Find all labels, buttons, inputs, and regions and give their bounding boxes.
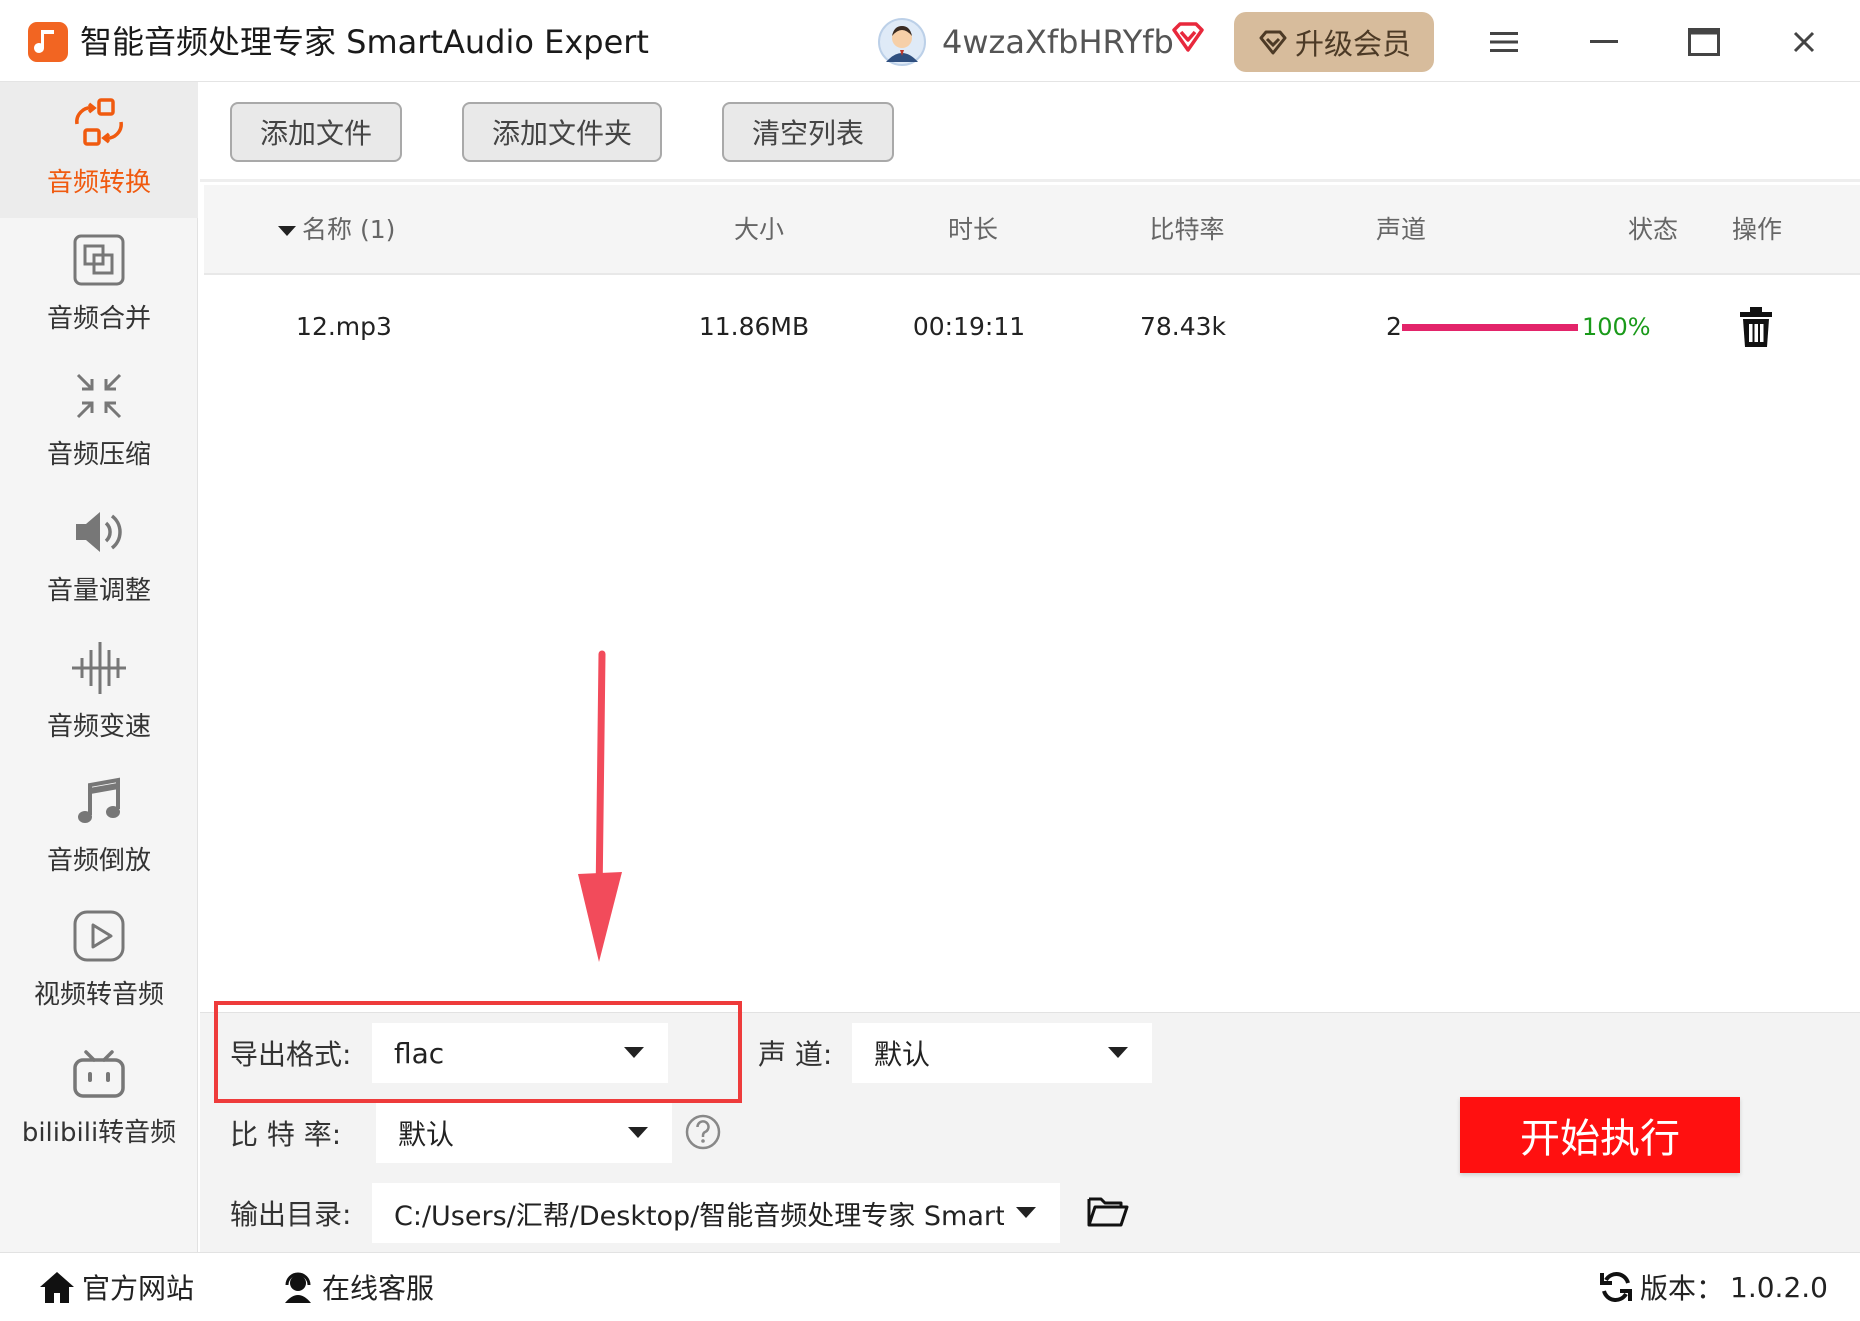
column-channels: 声道 [1375,215,1426,244]
clear-list-button[interactable]: 清空列表 [722,102,894,162]
progress-text: 100% [1582,313,1651,341]
toolbar: 添加文件 添加文件夹 清空列表 [200,82,1860,182]
sync-icon [1600,1272,1632,1302]
add-file-button[interactable]: 添加文件 [230,102,402,162]
refresh-convert-icon [69,94,129,154]
version-info[interactable]: 版本： 1.0.2.0 [1598,1253,1828,1321]
table-header: 名称 (1) 大小 时长 比特率 声道 状态 操作 [204,185,1860,275]
chevron-down-icon [624,1047,644,1058]
annotation-arrow [570,650,630,970]
file-duration: 00:19:11 [912,312,1026,341]
bitrate-value: 默认 [398,1118,455,1151]
sidebar-item-label: 音频倒放 [46,846,151,876]
add-folder-button[interactable]: 添加文件夹 [462,102,662,162]
progress-fill [1402,324,1578,331]
speed-icon [69,638,129,698]
username[interactable]: 4wzaXfbHRYfb [942,20,1174,64]
sidebar-item-label: 音频变速 [46,712,151,742]
sidebar-item-audio-convert[interactable]: 音频转换 [0,82,198,218]
chevron-down-icon [1108,1047,1128,1058]
sidebar-item-label: bilibili转音频 [21,1118,177,1148]
table-row[interactable]: 12.mp3 11.86MB 00:19:11 78.43k 2 100% [204,277,1860,377]
column-bitrate: 比特率 [1149,215,1225,244]
music-note-icon [69,772,129,832]
upgrade-label: 升级会员 [1294,27,1411,61]
file-bitrate: 78.43k [1139,312,1227,341]
sidebar-item-bilibili-to-audio[interactable]: bilibili转音频 [0,1044,198,1149]
column-actions: 操作 [1731,215,1782,244]
output-dir-select[interactable]: C:/Users/汇帮/Desktop/智能音频处理专家 SmartAudio … [372,1183,1060,1243]
chevron-down-icon [628,1127,648,1138]
version-label: 版本： [1640,1272,1725,1305]
merge-icon [69,230,129,290]
volume-icon [69,502,129,562]
sidebar-item-audio-compress[interactable]: 音频压缩 [0,366,198,471]
online-support-link[interactable]: 在线客服 [280,1253,434,1321]
minimize-icon[interactable] [1578,16,1630,68]
version-number: 1.0.2.0 [1730,1270,1828,1304]
official-website-link[interactable]: 官方网站 [38,1253,194,1321]
delete-icon[interactable] [1734,305,1778,349]
channel-select[interactable]: 默认 [852,1023,1152,1083]
app-logo-icon [26,20,70,64]
file-name: 12.mp3 [296,312,392,341]
sidebar-item-video-to-audio[interactable]: 视频转音频 [0,906,198,1011]
format-label: 导出格式: [230,1038,352,1071]
folder-open-icon[interactable] [1086,1191,1130,1231]
maximize-icon[interactable] [1678,16,1730,68]
output-label: 输出目录: [230,1198,352,1231]
sidebar-item-label: 音频转换 [46,168,151,198]
status-bar: 官方网站 在线客服 版本： 1.0.2.0 [0,1252,1860,1320]
sidebar-item-label: 音频合并 [46,304,151,334]
sidebar-item-label: 音频压缩 [46,440,151,470]
sidebar-item-audio-speed[interactable]: 音频变速 [0,638,198,743]
sidebar-item-volume-adjust[interactable]: 音量调整 [0,502,198,607]
column-name[interactable]: 名称 (1) [278,185,438,275]
diamond-icon [1259,30,1287,55]
sidebar-item-audio-merge[interactable]: 音频合并 [0,230,198,335]
bilibili-icon [69,1044,129,1104]
channel-value: 默认 [874,1038,931,1071]
column-size: 大小 [733,215,784,244]
title-bar: 智能音频处理专家 SmartAudio Expert 4wzaXfbHRYfb … [0,0,1860,82]
file-table: 名称 (1) 大小 时长 比特率 声道 状态 操作 12.mp3 11.86MB… [204,185,1860,1015]
sort-desc-icon [278,226,296,236]
settings-panel: 导出格式: flac 声 道: 默认 比 特 率: 默认 开始执行 输出目录: … [200,1001,1860,1252]
sidebar: 音频转换 音频合并 音频压缩 音量调整 音频变速 音频倒放 视频转音频 bili… [0,82,198,1252]
play-icon [69,906,129,966]
start-button[interactable]: 开始执行 [1460,1097,1740,1173]
close-icon[interactable] [1778,16,1830,68]
format-select[interactable]: flac [372,1023,668,1083]
sidebar-item-label: 视频转音频 [33,980,164,1010]
app-title: 智能音频处理专家 SmartAudio Expert [80,23,649,61]
chevron-down-icon [1016,1207,1036,1218]
bitrate-label: 比 特 率: [230,1118,342,1151]
support-label: 在线客服 [322,1272,435,1305]
sidebar-item-label: 音量调整 [46,576,151,606]
help-icon[interactable] [684,1113,722,1151]
format-value: flac [394,1036,445,1070]
channel-label: 声 道: [758,1038,833,1071]
progress-bar [1402,324,1578,331]
vip-diamond-icon [1168,18,1208,58]
output-dir-value: C:/Users/汇帮/Desktop/智能音频处理专家 SmartAudio … [394,1200,1004,1232]
upgrade-button[interactable]: 升级会员 [1234,12,1434,72]
column-status: 状态 [1627,215,1678,244]
avatar[interactable] [878,18,926,66]
website-label: 官方网站 [82,1272,195,1305]
bitrate-select[interactable]: 默认 [376,1103,672,1163]
menu-icon[interactable] [1478,16,1530,68]
home-icon [40,1272,74,1303]
support-icon [285,1272,311,1303]
file-size: 11.86MB [698,312,810,341]
compress-icon [69,366,129,426]
sidebar-item-audio-reverse[interactable]: 音频倒放 [0,772,198,877]
column-duration: 时长 [947,215,998,244]
